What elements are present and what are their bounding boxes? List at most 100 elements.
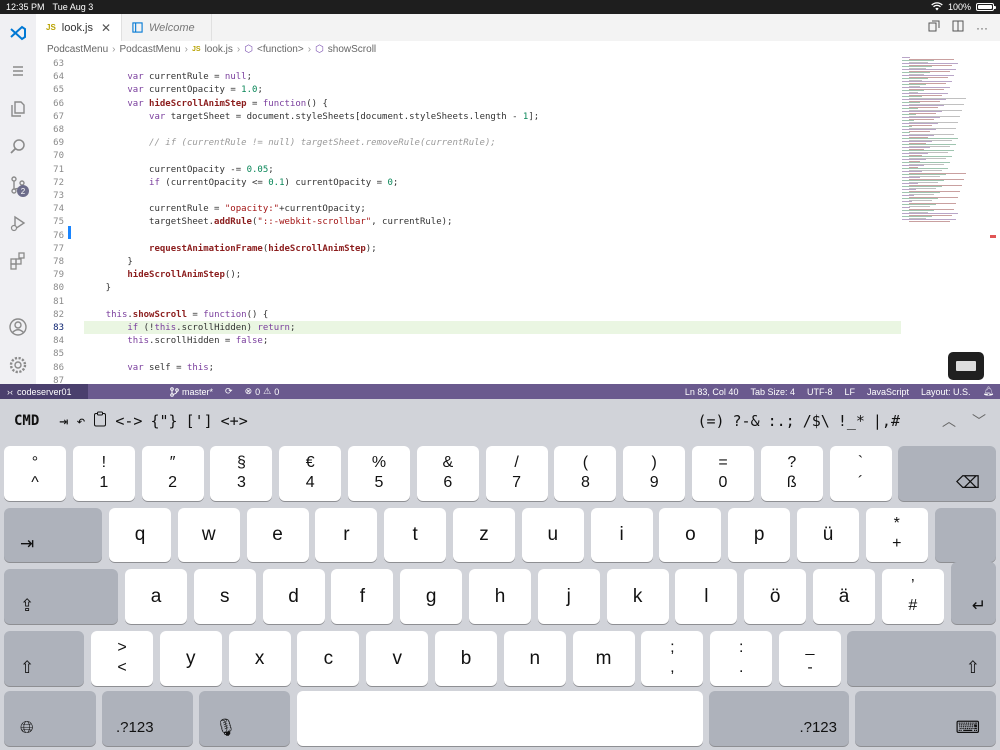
globe-key[interactable]: 🌐︎ — [4, 691, 96, 746]
source-control-icon[interactable]: 2 — [0, 166, 36, 204]
undo-icon[interactable]: ↶ — [76, 412, 85, 430]
code-line[interactable]: 72 if (currentOpacity <= 0.1) currentOpa… — [36, 177, 902, 190]
toolbar-symbol-button[interactable]: {"} — [150, 412, 177, 430]
code-line[interactable]: 67 var targetSheet = document.styleSheet… — [36, 111, 902, 124]
letter-key[interactable]: > < — [91, 631, 153, 686]
code-line[interactable]: 74 currentRule = "opacity:"+currentOpaci… — [36, 203, 902, 216]
letter-key[interactable]: o — [659, 508, 722, 562]
code-line[interactable]: 78 } — [36, 256, 902, 269]
letter-key[interactable]: h — [469, 569, 531, 624]
letter-key[interactable]: _ - — [779, 631, 841, 686]
minimap[interactable] — [902, 57, 997, 227]
letter-key[interactable]: k — [606, 569, 669, 624]
return-key-top[interactable] — [935, 508, 996, 562]
tab-look-js[interactable]: JS look.js ✕ — [36, 14, 122, 41]
letter-key[interactable]: ″ 2 — [141, 446, 204, 501]
code-line[interactable]: 83 if (!this.scrollHidden) return; — [36, 322, 902, 335]
letter-key[interactable]: * + — [865, 508, 928, 562]
tab-key-button[interactable]: ⇥ — [59, 412, 68, 430]
code-editor[interactable]: 63 64 var currentRule = null; 65 var curre… — [36, 57, 1000, 384]
encoding[interactable]: UTF-8 — [801, 386, 839, 397]
letter-key[interactable]: ) 9 — [623, 446, 686, 501]
settings-gear-icon[interactable] — [0, 346, 36, 384]
code-line[interactable]: 63 — [36, 58, 902, 71]
code-line[interactable]: 75 targetSheet.addRule("::-webkit-scroll… — [36, 216, 902, 229]
code-line[interactable]: 73 — [36, 190, 902, 203]
letter-key[interactable]: d — [262, 569, 325, 624]
chevron-down-icon[interactable]: ﹀ — [972, 411, 986, 431]
letter-key[interactable]: % 5 — [348, 446, 410, 501]
toolbar-symbol-button[interactable]: /$\ — [803, 412, 830, 430]
space-key[interactable] — [297, 691, 703, 746]
code-line[interactable]: 71 currentOpacity -= 0.05; — [36, 164, 902, 177]
code-line[interactable]: 76 — [36, 230, 902, 243]
letter-key[interactable]: t — [384, 508, 447, 562]
letter-key[interactable]: p — [728, 508, 791, 562]
shift-right-key[interactable]: ⇧ — [847, 631, 996, 686]
letter-key[interactable]: e — [246, 508, 309, 562]
hide-keyboard-key[interactable]: ⌨ — [855, 691, 996, 746]
code-line[interactable]: 86 var self = this; — [36, 362, 902, 375]
breadcrumb-symbol[interactable]: showScroll — [328, 44, 376, 55]
letter-key[interactable]: & 6 — [416, 446, 479, 501]
sync-button[interactable]: ⟳ — [219, 386, 239, 397]
breadcrumb-folder[interactable]: PodcastMenu — [47, 44, 108, 55]
keyboard-toggle-button[interactable] — [948, 352, 984, 380]
letter-key[interactable]: g — [400, 569, 463, 624]
explorer-icon[interactable] — [0, 90, 36, 128]
letter-key[interactable]: f — [331, 569, 394, 624]
letter-key[interactable]: (8 — [554, 446, 617, 501]
search-icon[interactable] — [0, 128, 36, 166]
letter-key[interactable]: ö — [744, 569, 807, 624]
keyboard-layout[interactable]: Layout: U.S. — [915, 386, 977, 397]
breadcrumb-file[interactable]: look.js — [205, 44, 233, 55]
letter-key[interactable]: c — [297, 631, 360, 686]
language-mode[interactable]: JavaScript — [861, 386, 915, 397]
code-line[interactable]: 66 var hideScrollAnimStep = function() { — [36, 98, 902, 111]
tab-size[interactable]: Tab Size: 4 — [744, 386, 801, 397]
run-debug-icon[interactable] — [0, 204, 36, 242]
letter-key[interactable]: § 3 — [210, 446, 273, 501]
letter-key[interactable]: w — [177, 508, 240, 562]
letter-key[interactable]: s — [193, 569, 256, 624]
letter-key[interactable]: l — [675, 569, 738, 624]
letter-key[interactable]: €4 — [279, 446, 342, 501]
code-line[interactable]: 80 } — [36, 282, 902, 295]
end-of-line[interactable]: LF — [838, 386, 861, 397]
letter-key[interactable]: q — [109, 508, 171, 562]
code-line[interactable]: 69 // if (currentRule != null) targetShe… — [36, 137, 902, 150]
letter-key[interactable]: a — [125, 569, 187, 624]
letter-key[interactable]: m — [572, 631, 635, 686]
letter-key[interactable]: ä — [813, 569, 875, 624]
numbers-key-left[interactable]: .?123 — [102, 691, 193, 746]
cmd-button[interactable]: CMD — [14, 413, 39, 429]
letter-key[interactable]: y — [159, 631, 222, 686]
letter-key[interactable]: ! 1 — [72, 446, 135, 501]
code-line[interactable]: 70 — [36, 150, 902, 163]
toolbar-symbol-button[interactable]: :.; — [768, 412, 795, 430]
letter-key[interactable]: v — [366, 631, 429, 686]
paste-icon[interactable] — [93, 411, 107, 431]
problems-indicator[interactable]: ⊗ 0 ⚠ 0 — [239, 386, 286, 397]
tab-welcome[interactable]: Welcome — [122, 14, 212, 41]
dictation-key[interactable]: 🎙︎ — [199, 691, 290, 746]
code-line[interactable]: 87 — [36, 375, 902, 384]
menu-icon[interactable] — [0, 52, 36, 90]
letter-key[interactable]: z — [453, 508, 515, 562]
letter-key[interactable]: :. — [710, 631, 773, 686]
letter-key[interactable]: x — [228, 631, 291, 686]
code-line[interactable]: 81 — [36, 296, 902, 309]
code-line[interactable]: 84 this.scrollHidden = false; — [36, 335, 902, 348]
tab-key[interactable]: ⇥ — [4, 508, 102, 562]
letter-key[interactable]: ü — [797, 508, 859, 562]
letter-key[interactable]: b — [435, 631, 497, 686]
letter-key[interactable]: ° ^ — [4, 446, 66, 501]
letter-key[interactable]: r — [315, 508, 378, 562]
notifications-icon[interactable]: 🔔︎ — [977, 386, 1000, 397]
code-line[interactable]: 82 this.showScroll = function() { — [36, 309, 902, 322]
extensions-icon[interactable] — [0, 242, 36, 280]
more-actions-icon[interactable]: ··· — [976, 21, 988, 35]
letter-key[interactable]: ? ß — [760, 446, 823, 501]
split-editor-icon[interactable] — [952, 20, 964, 35]
open-changes-icon[interactable] — [928, 20, 940, 35]
